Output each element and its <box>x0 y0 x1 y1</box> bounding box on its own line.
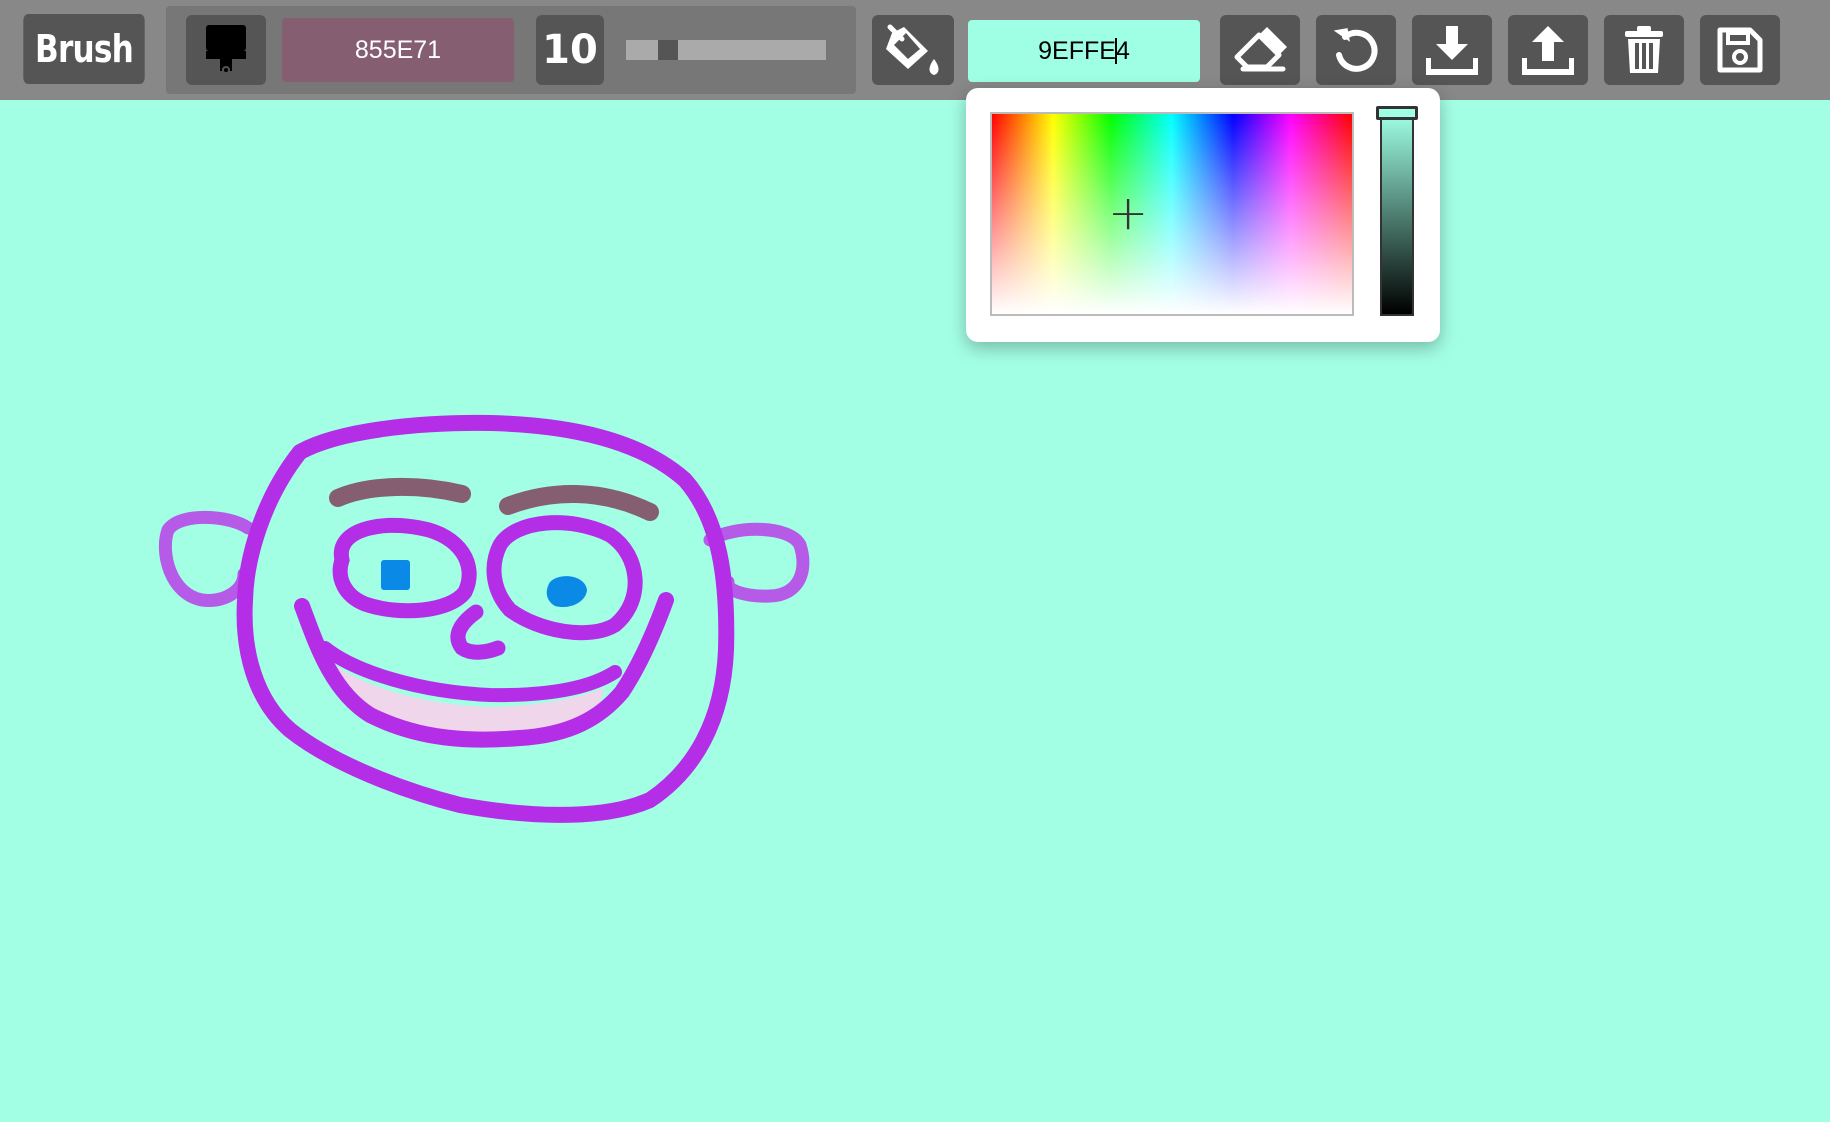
drawing-layer <box>158 414 810 823</box>
nose-stroke <box>450 604 506 660</box>
mode-button[interactable]: Brush <box>23 14 145 84</box>
brush-size-value: 10 <box>542 27 598 73</box>
save-button[interactable] <box>1700 15 1780 85</box>
brush-size-slider[interactable] <box>626 40 826 60</box>
undo-button[interactable] <box>1316 15 1396 85</box>
upload-button[interactable] <box>1508 15 1588 85</box>
brush-size-display[interactable]: 10 <box>536 15 604 85</box>
mode-label: Brush <box>35 27 134 71</box>
download-icon <box>1426 26 1478 75</box>
brightness-slider-handle[interactable] <box>1376 106 1418 120</box>
background-color-input[interactable]: 9EFFE 4 <box>968 20 1200 82</box>
left-eyebrow-stroke <box>329 477 471 507</box>
brush-color-input[interactable]: 855E71 <box>282 18 514 82</box>
background-color-value: 9EFFE <box>1038 36 1116 65</box>
drawing-canvas[interactable] <box>0 100 1830 1122</box>
background-color-value-tail: 4 <box>1115 36 1130 65</box>
fill-tool-button[interactable] <box>872 15 954 85</box>
download-button[interactable] <box>1412 15 1492 85</box>
hue-saturation-area[interactable] <box>990 112 1354 316</box>
eraser-button[interactable] <box>1220 15 1300 85</box>
eraser-icon <box>1234 27 1287 72</box>
toolbar: Brush 855E71 10 9EFFE 4 <box>0 0 1830 100</box>
left-ear-stroke <box>158 510 255 607</box>
color-picker-crosshair[interactable]: + <box>1108 189 1148 237</box>
undo-icon <box>1333 28 1378 72</box>
brush-size-slider-thumb[interactable] <box>658 40 678 60</box>
save-icon <box>1717 27 1763 73</box>
left-pupil <box>381 560 410 590</box>
paintbrush-icon <box>206 25 246 74</box>
brightness-slider[interactable] <box>1380 112 1414 316</box>
brush-tool-button[interactable] <box>186 15 266 85</box>
paint-bucket-icon <box>886 24 939 75</box>
brush-color-value: 855E71 <box>354 35 442 64</box>
color-picker-popup: + <box>966 88 1440 342</box>
trash-icon <box>1625 26 1663 73</box>
upload-icon <box>1522 26 1574 75</box>
clear-canvas-button[interactable] <box>1604 15 1684 85</box>
right-pupil <box>546 576 587 608</box>
right-eyebrow-stroke <box>499 484 659 521</box>
